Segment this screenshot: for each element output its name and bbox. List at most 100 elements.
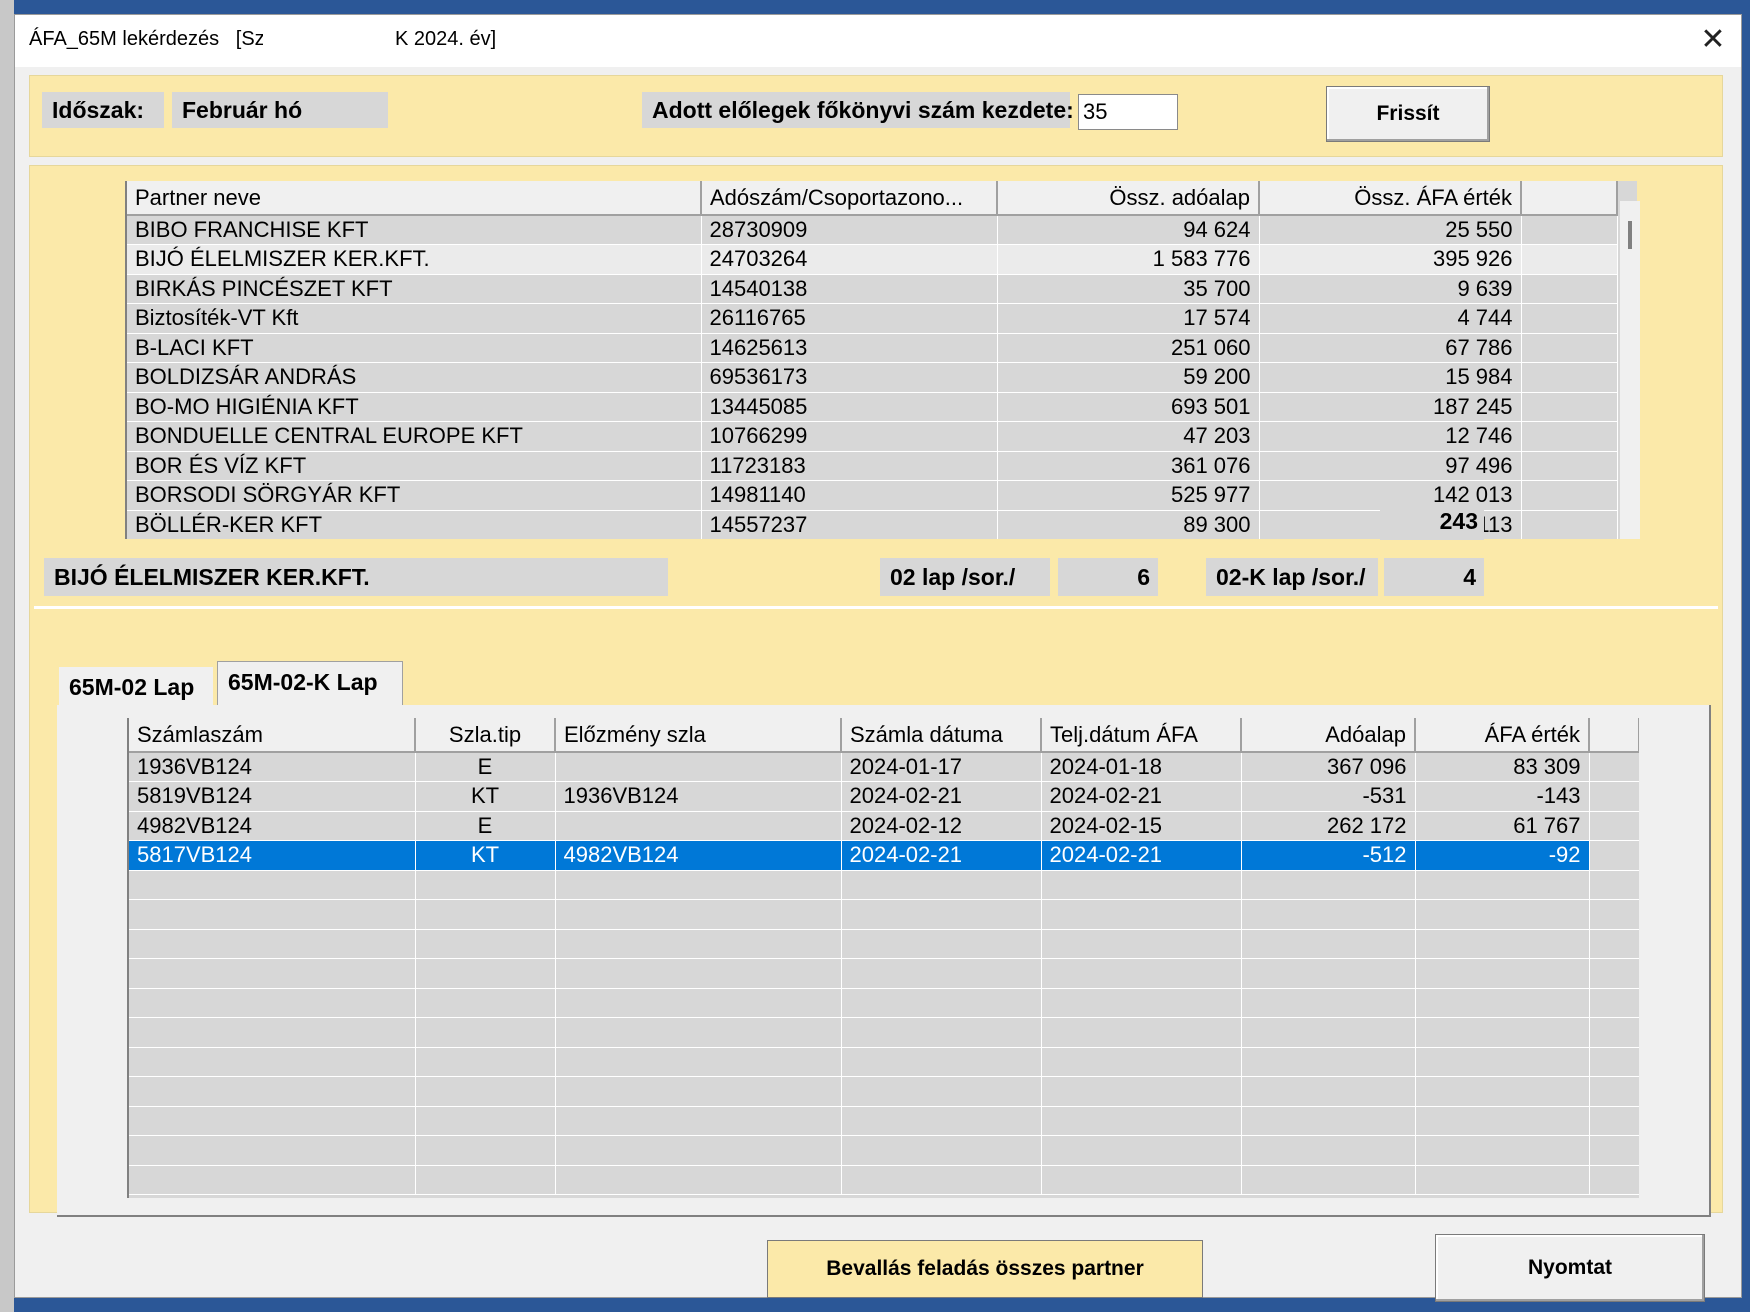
partner-row[interactable]: BIJÓ ÉLELMISZER KER.KFT. 24703264 1 583 77… <box>127 244 1618 275</box>
window-title-suffix: K 2024. év] <box>395 28 497 50</box>
submit-all-partners-button[interactable]: Bevallás feladás összes partner <box>767 1240 1203 1298</box>
partner-grid-scrollbar[interactable] <box>1620 201 1640 539</box>
total-vat-cell: 12 746 <box>1259 421 1522 452</box>
invoice-number-cell: 1936VB124 <box>129 752 416 782</box>
empty-cell <box>1589 899 1639 930</box>
empty-cell <box>1589 870 1639 900</box>
empty-row <box>129 1076 1639 1107</box>
partner-row[interactable]: Biztosíték-VT Kft 26116765 17 574 4 744 <box>127 303 1618 334</box>
empty-cell <box>1589 781 1639 812</box>
empty-cell <box>1241 1106 1416 1136</box>
invoice-grid[interactable]: Számlaszám Szla.tip Előzmény szla Számla… <box>127 718 1639 1198</box>
empty-cell <box>1041 988 1242 1018</box>
empty-cell <box>1415 929 1590 959</box>
tab-65m-02-k[interactable]: 65M-02-K Lap <box>217 661 403 707</box>
empty-cell <box>841 988 1042 1018</box>
col-invoice-type[interactable]: Szla.tip <box>415 718 556 753</box>
previous-invoice-cell <box>555 811 842 841</box>
col-invoice-number[interactable]: Számlaszám <box>129 718 416 753</box>
tax-number-cell: 14625613 <box>701 333 998 363</box>
partner-name-cell: BONDUELLE CENTRAL EUROPE KFT <box>127 421 702 452</box>
empty-cell <box>841 929 1042 959</box>
partner-row[interactable]: BIRKÁS PINCÉSZET KFT 14540138 35 700 9 639 <box>127 274 1618 304</box>
total-base-cell: 89 300 <box>997 510 1260 539</box>
empty-cell <box>1521 421 1618 452</box>
empty-cell <box>1241 929 1416 959</box>
partner-name-cell: BÖLLÉR-KER KFT <box>127 510 702 539</box>
account-prefix-input[interactable] <box>1078 94 1178 130</box>
col-tax-base[interactable]: Adóalap <box>1241 718 1416 753</box>
empty-cell <box>1589 1135 1639 1166</box>
empty-cell <box>555 899 842 930</box>
partner-grid[interactable]: Partner neve Adószám/Csoportazono... Öss… <box>125 181 1637 539</box>
empty-cell <box>1415 1047 1590 1077</box>
empty-cell <box>1589 1106 1639 1136</box>
empty-cell <box>415 1165 556 1195</box>
empty-cell <box>841 1135 1042 1166</box>
partner-row[interactable]: BOLDIZSÁR ANDRÁS 69536173 59 200 15 984 <box>127 362 1618 393</box>
invoice-row[interactable]: 4982VB124 E 2024-02-12 2024-02-15 262 172 61 … <box>129 811 1639 841</box>
empty-cell <box>1241 988 1416 1018</box>
empty-row <box>129 899 1639 930</box>
invoice-row[interactable]: 1936VB124 E 2024-01-17 2024-01-18 367 096 83 … <box>129 752 1639 782</box>
empty-cell <box>415 1047 556 1077</box>
partner-grid-header: Partner neve Adószám/Csoportazono... Öss… <box>127 181 1618 216</box>
partner-row[interactable]: BOR ÉS VÍZ KFT 11723183 361 076 97 496 <box>127 451 1618 481</box>
total-vat-cell: 67 786 <box>1259 333 1522 363</box>
empty-cell <box>1241 1076 1416 1107</box>
empty-cell <box>1521 303 1618 334</box>
col-invoice-date[interactable]: Számla dátuma <box>841 718 1042 753</box>
empty-row <box>129 870 1639 900</box>
total-base-cell: 35 700 <box>997 274 1260 304</box>
close-icon[interactable]: ✕ <box>1697 25 1729 57</box>
col-partner-name[interactable]: Partner neve <box>127 181 702 216</box>
empty-cell <box>1415 988 1590 1018</box>
partner-name-cell: BORSODI SÖRGYÁR KFT <box>127 480 702 511</box>
tab-65m-02[interactable]: 65M-02 Lap <box>59 667 213 705</box>
empty-cell <box>129 1135 416 1166</box>
empty-cell <box>1521 451 1618 481</box>
empty-cell <box>1041 1165 1242 1195</box>
partner-row[interactable]: B-LACI KFT 14625613 251 060 67 786 <box>127 333 1618 363</box>
empty-cell <box>555 1106 842 1136</box>
total-base-cell: 47 203 <box>997 421 1260 452</box>
tax-number-cell: 69536173 <box>701 362 998 393</box>
refresh-button[interactable]: Frissít <box>1326 86 1490 142</box>
empty-cell <box>415 929 556 959</box>
col-previous-invoice[interactable]: Előzmény szla <box>555 718 842 753</box>
empty-cell <box>1241 1017 1416 1048</box>
tax-number-cell: 11723183 <box>701 451 998 481</box>
partner-row[interactable]: BONDUELLE CENTRAL EUROPE KFT 10766299 47 2… <box>127 421 1618 452</box>
invoice-number-cell: 5819VB124 <box>129 781 416 812</box>
invoice-grid-header: Számlaszám Szla.tip Előzmény szla Számla… <box>129 718 1639 753</box>
partner-name-cell: BIJÓ ÉLELMISZER KER.KFT. <box>127 244 702 275</box>
empty-cell <box>1041 899 1242 930</box>
empty-cell <box>1415 958 1590 989</box>
invoice-date-cell: 2024-02-21 <box>841 840 1042 871</box>
total-base-cell: 693 501 <box>997 392 1260 422</box>
print-button[interactable]: Nyomtat <box>1435 1234 1705 1302</box>
scrollbar-thumb[interactable] <box>1628 221 1632 249</box>
col-vat-value[interactable]: ÁFA érték <box>1415 718 1590 753</box>
empty-cell <box>129 870 416 900</box>
lap02-value: 6 <box>1058 558 1158 596</box>
tax-base-cell: 262 172 <box>1241 811 1416 841</box>
col-total-vat[interactable]: Össz. ÁFA érték <box>1259 181 1522 216</box>
partner-row[interactable]: BO-MO HIGIÉNIA KFT 13445085 693 501 187 245 <box>127 392 1618 422</box>
empty-cell <box>415 1135 556 1166</box>
col-total-base[interactable]: Össz. adóalap <box>997 181 1260 216</box>
col-tax-number[interactable]: Adószám/Csoportazono... <box>701 181 998 216</box>
empty-cell <box>129 1017 416 1048</box>
partner-name-cell: BOR ÉS VÍZ KFT <box>127 451 702 481</box>
empty-cell <box>1521 362 1618 393</box>
empty-row <box>129 1047 1639 1077</box>
empty-cell <box>1241 1047 1416 1077</box>
empty-cell <box>415 870 556 900</box>
partner-row[interactable]: BIBO FRANCHISE KFT 28730909 94 624 25 550 <box>127 215 1618 245</box>
empty-cell <box>555 1047 842 1077</box>
previous-invoice-cell: 1936VB124 <box>555 781 842 812</box>
col-fulfillment-date[interactable]: Telj.dátum ÁFA <box>1041 718 1242 753</box>
invoice-row[interactable]: 5819VB124 KT 1936VB124 2024-02-21 2024-02-21… <box>129 781 1639 812</box>
empty-cell <box>1521 510 1618 539</box>
invoice-row[interactable]: 5817VB124 KT 4982VB124 2024-02-21 2024-02-21… <box>129 840 1639 871</box>
